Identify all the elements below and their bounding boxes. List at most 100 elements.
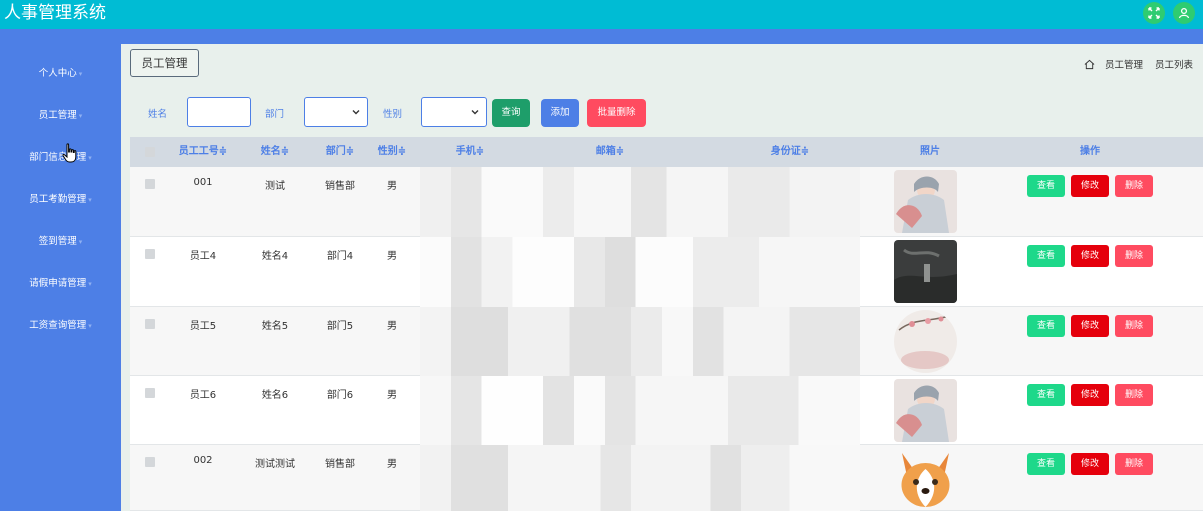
- employee-photo: [894, 447, 957, 510]
- redacted-contact-info: [420, 307, 860, 376]
- query-button[interactable]: 查询: [492, 99, 530, 127]
- select-all-checkbox[interactable]: [145, 147, 155, 157]
- edit-button[interactable]: 修改: [1071, 245, 1109, 267]
- gender-select[interactable]: [421, 97, 487, 127]
- cell-name: 测试: [265, 181, 285, 192]
- search-bar: 姓名 部门 性别 查询 添加 批量删除: [121, 97, 1203, 129]
- edit-button[interactable]: 修改: [1071, 453, 1109, 475]
- cell-department: 销售部: [325, 181, 355, 192]
- top-bar: 人事管理系统: [0, 0, 1203, 29]
- cell-name: 测试测试: [255, 459, 295, 470]
- view-button[interactable]: 查看: [1027, 315, 1065, 337]
- delete-button[interactable]: 删除: [1115, 384, 1153, 406]
- cell-id: 001: [193, 177, 213, 188]
- chevron-down-icon: ▾: [78, 112, 83, 120]
- cell-gender: 男: [387, 181, 397, 192]
- sidebar-item-personal-center[interactable]: 个人中心 ▾: [0, 64, 121, 84]
- delete-button[interactable]: 删除: [1115, 175, 1153, 197]
- view-button[interactable]: 查看: [1027, 384, 1065, 406]
- column-header-department[interactable]: 部门≑: [315, 137, 365, 167]
- hand-cursor-icon: [62, 143, 77, 163]
- fullscreen-icon[interactable]: [1143, 2, 1165, 24]
- cell-id: 员工6: [189, 390, 217, 401]
- row-checkbox[interactable]: [145, 457, 155, 467]
- cell-id: 002: [193, 455, 213, 466]
- sidebar-item-label: 员工管理: [38, 110, 77, 121]
- table-header: 员工工号≑ 姓名≑ 部门≑ 性别≑ 手机≑ 邮箱≑ 身份证≑ 照片 操作: [130, 137, 1203, 167]
- view-button[interactable]: 查看: [1027, 245, 1065, 267]
- sidebar-item-signin[interactable]: 签到管理 ▾: [0, 232, 121, 252]
- employee-photo: [894, 240, 957, 303]
- row-checkbox[interactable]: [145, 388, 155, 398]
- home-icon[interactable]: [1084, 59, 1095, 70]
- table-row: 员工4 姓名4 部门4 男 查看 修改 删除: [130, 237, 1203, 307]
- edit-button[interactable]: 修改: [1071, 175, 1109, 197]
- tab-employee-management[interactable]: 员工管理: [130, 49, 199, 77]
- department-label: 部门: [265, 109, 285, 120]
- view-button[interactable]: 查看: [1027, 175, 1065, 197]
- column-header-name[interactable]: 姓名≑: [250, 137, 300, 167]
- cell-department: 部门5: [326, 321, 354, 332]
- name-input[interactable]: [187, 97, 251, 127]
- row-checkbox[interactable]: [145, 179, 155, 189]
- table-row: 001 测试 销售部 男 查看 修改 删除: [130, 167, 1203, 237]
- column-header-photo: 照片: [920, 146, 940, 157]
- cell-name: 姓名4: [261, 251, 289, 262]
- chevron-down-icon: ▾: [88, 322, 92, 330]
- delete-button[interactable]: 删除: [1115, 245, 1153, 267]
- view-button[interactable]: 查看: [1027, 453, 1065, 475]
- column-header-idcard[interactable]: 身份证≑: [755, 137, 825, 167]
- department-select[interactable]: [304, 97, 368, 127]
- chevron-down-icon: ▾: [88, 280, 92, 288]
- chevron-down-icon: ▾: [78, 238, 83, 246]
- column-header-phone[interactable]: 手机≑: [440, 137, 500, 167]
- sidebar: 个人中心 ▾ 员工管理 ▾ 部门信息管理 ▾ 员工考勤管理 ▾ 签到管理 ▾ 请假申请管理…: [0, 44, 121, 511]
- name-label: 姓名: [148, 109, 168, 120]
- cell-gender: 男: [387, 321, 397, 332]
- edit-button[interactable]: 修改: [1071, 384, 1109, 406]
- edit-button[interactable]: 修改: [1071, 315, 1109, 337]
- sidebar-item-label: 签到管理: [38, 236, 77, 247]
- redacted-contact-info: [420, 237, 860, 307]
- column-header-gender[interactable]: 性别≑: [370, 137, 414, 167]
- sidebar-item-attendance[interactable]: 员工考勤管理 ▾: [0, 190, 121, 210]
- delete-button[interactable]: 删除: [1115, 315, 1153, 337]
- cell-id: 员工5: [189, 321, 217, 332]
- sidebar-item-label: 个人中心: [38, 68, 77, 79]
- cell-gender: 男: [387, 251, 397, 262]
- delete-button[interactable]: 删除: [1115, 453, 1153, 475]
- chevron-down-icon: [352, 110, 360, 115]
- sidebar-item-salary-query[interactable]: 工资查询管理 ▾: [0, 316, 121, 336]
- chevron-down-icon: ▾: [78, 70, 83, 78]
- cell-gender: 男: [387, 459, 397, 470]
- sidebar-item-employee-management[interactable]: 员工管理 ▾: [0, 106, 121, 126]
- cell-department: 部门4: [326, 251, 354, 262]
- add-button[interactable]: 添加: [541, 99, 579, 127]
- redacted-contact-info: [420, 167, 860, 237]
- column-header-email[interactable]: 邮箱≑: [580, 137, 640, 167]
- sidebar-item-leave-request[interactable]: 请假申请管理 ▾: [0, 274, 121, 294]
- chevron-down-icon: [471, 110, 479, 115]
- row-checkbox[interactable]: [145, 319, 155, 329]
- cell-id: 员工4: [189, 251, 217, 262]
- main-content: 员工管理 员工管理 员工列表 姓名 部门 性别 查询 添加 批量删除 员工工号≑…: [121, 44, 1203, 511]
- sidebar-item-label: 请假申请管理: [29, 278, 87, 289]
- breadcrumb-item[interactable]: 员工管理: [1105, 57, 1143, 71]
- column-header-id[interactable]: 员工工号≑: [173, 137, 233, 167]
- table-row: 员工6 姓名6 部门6 男 查看 修改 删除: [130, 376, 1203, 445]
- table-row: 员工5 姓名5 部门5 男 查看 修改 删除: [130, 307, 1203, 376]
- column-header-actions: 操作: [1080, 146, 1100, 157]
- gender-label: 性别: [383, 109, 403, 120]
- employee-photo: [894, 170, 957, 233]
- employee-table: 员工工号≑ 姓名≑ 部门≑ 性别≑ 手机≑ 邮箱≑ 身份证≑ 照片 操作 001…: [130, 137, 1203, 511]
- breadcrumb: 员工管理 员工列表: [1084, 57, 1193, 71]
- row-checkbox[interactable]: [145, 249, 155, 259]
- cell-department: 部门6: [326, 390, 354, 401]
- app-title: 人事管理系统: [4, 3, 106, 23]
- employee-photo: [894, 379, 957, 442]
- batch-delete-button[interactable]: 批量删除: [587, 99, 646, 127]
- sidebar-item-label: 工资查询管理: [29, 320, 87, 331]
- chevron-down-icon: ▾: [88, 154, 92, 162]
- user-icon[interactable]: [1173, 2, 1195, 24]
- redacted-contact-info: [420, 376, 860, 445]
